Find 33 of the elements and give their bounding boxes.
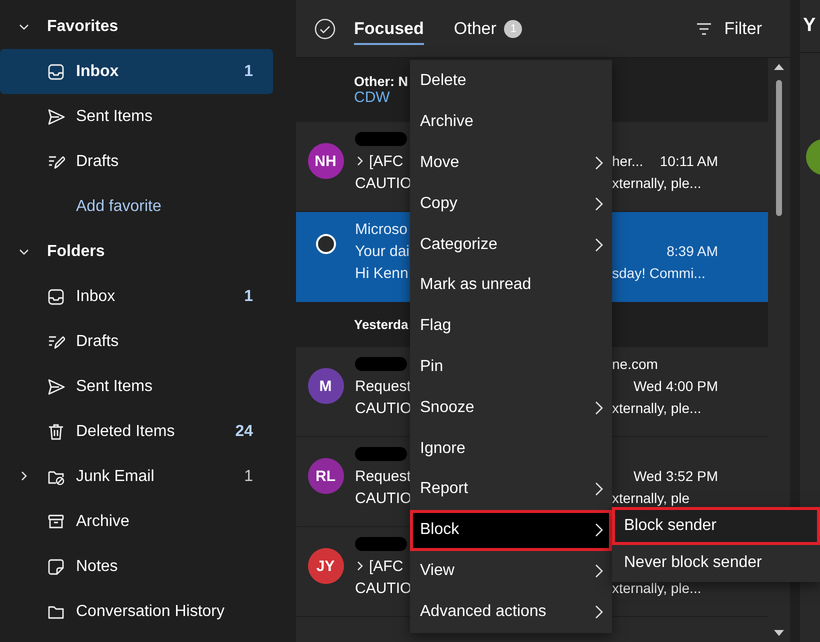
message-text: xternally, ple... [612,580,702,596]
message-text: Request [355,468,411,484]
message-time: 8:39 AM [666,243,718,259]
message-text: CAUTIO [355,400,412,416]
message-text: xternally, ple [612,490,690,506]
unread-count: 1 [243,62,253,80]
message-text: [AFC [369,152,404,170]
message-text: sday! Commi... [612,265,706,281]
message-time: 10:11 AM [660,153,718,169]
message-text: Hi Kenn [355,264,408,282]
unread-count: 1 [243,468,253,486]
avatar: NH [308,143,344,179]
message-text: CAUTIO [355,490,412,506]
avatar: M [308,368,344,404]
message-time: Wed 3:52 PM [633,468,718,484]
unread-count: 24 [234,422,253,440]
message-text: Request [355,378,411,394]
message-text: xternally, ple... [612,175,702,191]
message-text: Your dai [355,242,410,260]
message-text: CAUTIO [355,174,412,192]
reading-pane-title: Y [803,15,816,37]
message-text: [AFC [369,558,404,574]
message-text: CAUTIO [355,580,412,596]
message-text: Microso [355,220,408,238]
unread-count: 1 [243,288,253,306]
date-heading: Yesterda [354,317,408,332]
other-inbox-label: Other: N [354,74,408,89]
message-time: Wed 4:00 PM [633,378,718,394]
avatar: RL [308,458,344,494]
message-text: ne.com [612,356,658,372]
message-text: her... [612,153,644,169]
avatar: JY [308,548,344,584]
message-text: xternally, ple... [612,400,702,416]
